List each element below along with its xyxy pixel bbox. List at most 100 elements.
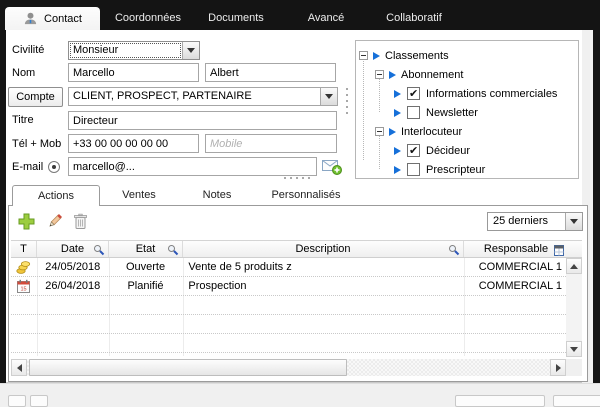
collapse-icon[interactable] — [359, 51, 368, 60]
tab-ventes[interactable]: Ventes — [100, 185, 178, 206]
grid-empty-row — [11, 315, 566, 334]
tree-arrow-icon — [394, 90, 401, 98]
tree-arrow-icon — [394, 109, 401, 117]
contact-person-icon — [23, 11, 38, 26]
compte-value: CLIENT, PROSPECT, PARTENAIRE — [69, 88, 320, 105]
arrow-up-icon — [570, 264, 578, 269]
contact-dialog: Contact Coordonnées Documents Avancé Col… — [0, 0, 600, 400]
tree-arrow-icon — [389, 128, 396, 136]
tree-node-prescripteur[interactable]: Prescripteur — [356, 160, 578, 179]
scroll-up-button[interactable] — [566, 258, 582, 274]
scrollbar-corner — [566, 359, 582, 376]
column-header-date[interactable]: Date — [37, 241, 109, 257]
scroll-left-button[interactable] — [11, 359, 27, 376]
tree-arrow-icon — [373, 52, 380, 60]
cell-etat: Planifié — [109, 280, 183, 292]
search-filter-icon[interactable] — [167, 244, 179, 256]
tab-actions[interactable]: Actions — [12, 185, 100, 206]
titre-input[interactable] — [68, 111, 337, 130]
dialog-cancel-button[interactable] — [553, 395, 600, 407]
compte-dropdown-button[interactable] — [320, 88, 337, 105]
tree-arrow-icon — [389, 71, 396, 79]
email-radio[interactable] — [48, 161, 60, 173]
mobile-input[interactable] — [205, 134, 337, 153]
arrow-down-icon — [570, 347, 578, 352]
cell-description: Prospection — [182, 280, 462, 292]
grid-vertical-scrollbar[interactable] — [566, 258, 582, 357]
tree-node-classements[interactable]: Classements — [356, 46, 578, 65]
civilite-dropdown-button[interactable] — [182, 42, 199, 59]
scrollbar-thumb[interactable] — [29, 359, 347, 376]
cell-date: 26/04/2018 — [37, 280, 109, 292]
civilite-label: Civilité — [12, 44, 44, 56]
scroll-down-button[interactable] — [566, 341, 582, 357]
civilite-combobox[interactable]: Monsieur — [68, 41, 200, 60]
tab-coordonnees[interactable]: Coordonnées — [103, 7, 193, 29]
tab-documents[interactable]: Documents — [193, 7, 279, 29]
dialog-button-bar — [0, 383, 600, 400]
dialog-small-button-2[interactable] — [30, 395, 48, 407]
compte-button[interactable]: Compte — [8, 87, 63, 107]
collapse-icon[interactable] — [375, 127, 384, 136]
calendar-icon: 15 — [16, 279, 31, 294]
grid-empty-row — [11, 334, 566, 353]
search-filter-icon[interactable] — [448, 244, 460, 256]
column-header-description[interactable]: Description — [183, 241, 464, 257]
column-header-responsable[interactable]: Responsable — [464, 241, 568, 257]
titre-label: Titre — [12, 114, 34, 126]
collapse-icon[interactable] — [375, 70, 384, 79]
add-button[interactable] — [18, 213, 35, 230]
compte-combobox[interactable]: CLIENT, PROSPECT, PARTENAIRE — [68, 87, 338, 106]
column-header-etat[interactable]: Etat — [109, 241, 183, 257]
cell-date: 24/05/2018 — [37, 261, 109, 273]
nom-label: Nom — [12, 67, 35, 79]
checkbox[interactable] — [407, 144, 420, 157]
dialog-small-button-1[interactable] — [8, 395, 26, 407]
filter-combobox[interactable]: 25 derniers — [487, 212, 583, 231]
tree-node-label: Classements — [385, 50, 449, 62]
grid-header: T Date Etat Description — [11, 240, 582, 258]
nom-input[interactable] — [68, 63, 199, 82]
tab-personnalises[interactable]: Personnalisés — [256, 185, 356, 206]
delete-button[interactable] — [72, 213, 89, 230]
checkbox[interactable] — [407, 163, 420, 176]
checkbox[interactable] — [407, 87, 420, 100]
tab-avance[interactable]: Avancé — [281, 7, 371, 29]
tree-node-informations-commerciales[interactable]: Informations commerciales — [356, 84, 578, 103]
tree-node-label: Interlocuteur — [401, 126, 462, 138]
grid-row-1[interactable]: 24/05/2018 Ouverte Vente de 5 produits z… — [11, 258, 566, 277]
cell-description: Vente de 5 produits z — [182, 261, 462, 273]
tab-notes[interactable]: Notes — [178, 185, 256, 206]
tree-node-newsletter[interactable]: Newsletter — [356, 103, 578, 122]
grid-row-2[interactable]: 15 26/04/2018 Planifié Prospection COMME… — [11, 277, 566, 296]
horizontal-splitter-grip[interactable] — [284, 177, 286, 179]
column-chooser-icon[interactable] — [553, 244, 565, 257]
tree-node-label: Abonnement — [401, 69, 463, 81]
tree-node-interlocuteur[interactable]: Interlocuteur — [356, 122, 578, 141]
checkbox[interactable] — [407, 106, 420, 119]
svg-text:15: 15 — [21, 286, 27, 292]
tree-node-abonnement[interactable]: Abonnement — [356, 65, 578, 84]
grid-body: 24/05/2018 Ouverte Vente de 5 produits z… — [11, 258, 566, 356]
vertical-splitter-grip[interactable] — [346, 88, 348, 90]
column-header-type[interactable]: T — [11, 241, 37, 257]
column-label: T — [20, 243, 27, 255]
scroll-right-button[interactable] — [550, 359, 566, 376]
grid-horizontal-scrollbar[interactable] — [11, 359, 566, 376]
tab-contact[interactable]: Contact — [5, 7, 100, 30]
prenom-input[interactable] — [205, 63, 336, 82]
search-filter-icon[interactable] — [93, 244, 105, 256]
telephone-input[interactable] — [68, 134, 199, 153]
dialog-ok-button[interactable] — [455, 395, 545, 407]
classements-tree: Classements Abonnement Informations comm… — [355, 40, 579, 179]
edit-button[interactable] — [46, 213, 63, 230]
email-input[interactable] — [68, 157, 317, 176]
tab-collaboratif[interactable]: Collaboratif — [371, 7, 457, 29]
filter-dropdown-button[interactable] — [565, 213, 582, 230]
filter-value: 25 derniers — [488, 213, 565, 230]
tree-node-label: Prescripteur — [426, 164, 485, 176]
send-email-icon[interactable] — [322, 159, 342, 175]
scrollbar-track[interactable] — [27, 359, 550, 376]
tree-node-decideur[interactable]: Décideur — [356, 141, 578, 160]
actions-toolbar: 25 derniers — [9, 206, 587, 237]
